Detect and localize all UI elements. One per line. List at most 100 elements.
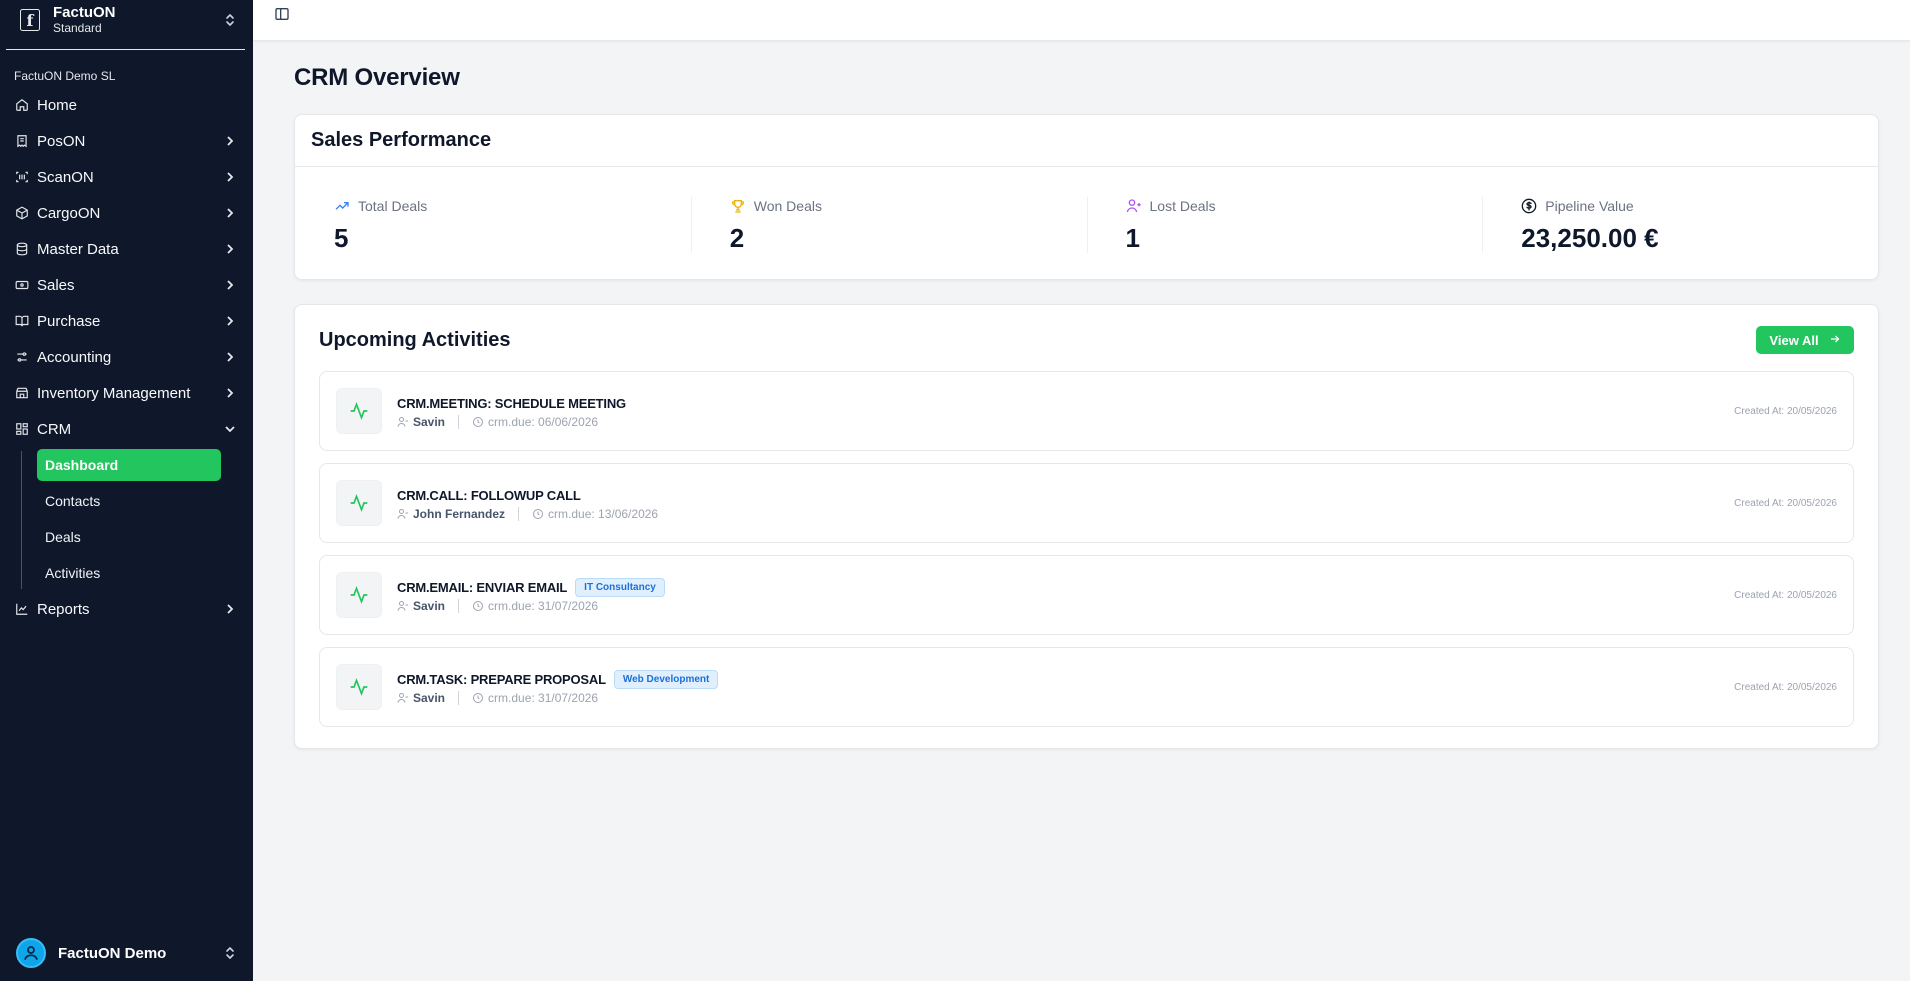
sidebar-item-label: Sales	[37, 276, 75, 294]
activity-title: CRM.EMAIL: ENVIAR EMAIL	[397, 580, 568, 595]
chevrons-up-down-icon	[221, 944, 239, 962]
activity-item[interactable]: CRM.CALL: FOLLOWUP CALL John Fernandez c…	[319, 463, 1854, 543]
divider	[518, 506, 520, 521]
sidebar-item-poson[interactable]: PosON	[0, 123, 253, 159]
workspace-switcher[interactable]: f FactuON Standard	[0, 0, 253, 40]
trending-up-icon	[334, 198, 350, 214]
sliders-icon	[15, 350, 29, 364]
stat-won-deals: Won Deals 2	[690, 197, 1087, 253]
factuon-logo-icon: f	[20, 8, 40, 32]
divider	[6, 49, 245, 50]
activity-assignee: Savin	[413, 690, 446, 705]
svg-text:f: f	[27, 11, 35, 30]
chevron-right-icon	[223, 386, 237, 400]
arrow-right-icon	[1829, 333, 1841, 348]
stat-pipeline-value: Pipeline Value 23,250.00 €	[1482, 197, 1878, 253]
activity-created: Created At: 20/05/2026	[1734, 589, 1837, 601]
brand-plan: Standard	[53, 20, 102, 35]
divider	[458, 414, 460, 429]
sidebar-item-label: CargoON	[37, 204, 101, 222]
user-menu[interactable]: FactuON Demo	[0, 925, 253, 981]
activity-item[interactable]: CRM.EMAIL: ENVIAR EMAIL IT Consultancy S…	[319, 555, 1854, 635]
sidebar-subitem-deals[interactable]: Deals	[37, 519, 221, 555]
sidebar-item-label: CRM	[37, 420, 72, 438]
activity-created: Created At: 20/05/2026	[1734, 497, 1837, 509]
activity-due: crm.due: 06/06/2026	[488, 414, 599, 429]
clock-icon	[472, 692, 484, 704]
sidebar-item-cargoon[interactable]: CargoON	[0, 195, 253, 231]
chevron-right-icon	[223, 278, 237, 292]
sidebar-item-label: Home	[37, 96, 78, 114]
stat-label: Total Deals	[358, 198, 428, 214]
sidebar-item-master-data[interactable]: Master Data	[0, 231, 253, 267]
receipt-icon	[15, 134, 29, 148]
activity-assignee: John Fernandez	[413, 506, 506, 521]
chevron-right-icon	[223, 350, 237, 364]
divider	[458, 598, 460, 613]
chevron-right-icon	[223, 602, 237, 616]
activity-item[interactable]: CRM.MEETING: SCHEDULE MEETING Savin crm.…	[319, 371, 1854, 451]
main-content: CRM Overview Sales Performance Total Dea…	[294, 41, 1879, 749]
activity-tag: IT Consultancy	[575, 578, 665, 597]
stat-value: 23,250.00 €	[1521, 223, 1659, 253]
activity-title: CRM.CALL: FOLLOWUP CALL	[397, 488, 581, 503]
sidebar: f FactuON Standard FactuON Demo SL Home …	[0, 0, 253, 981]
sidebar-item-home[interactable]: Home	[0, 87, 253, 123]
activity-created: Created At: 20/05/2026	[1734, 405, 1837, 417]
activity-due: crm.due: 31/07/2026	[488, 598, 599, 613]
sidebar-item-scanon[interactable]: ScanON	[0, 159, 253, 195]
sidebar-item-label: ScanON	[37, 168, 94, 186]
sidebar-subitem-activities[interactable]: Activities	[37, 555, 221, 591]
brand-name: FactuON	[53, 4, 116, 22]
user-minus-icon	[1126, 198, 1142, 214]
view-all-button[interactable]: View All	[1756, 326, 1854, 354]
sidebar-subitem-contacts[interactable]: Contacts	[37, 483, 221, 519]
stat-total-deals: Total Deals 5	[295, 197, 691, 253]
activity-item[interactable]: CRM.TASK: PREPARE PROPOSAL Web Developme…	[319, 647, 1854, 727]
stat-label: Lost Deals	[1149, 198, 1216, 214]
activity-tag: Web Development	[613, 670, 719, 689]
chevrons-up-down-icon	[221, 11, 239, 29]
activity-icon	[336, 664, 382, 710]
chevron-right-icon	[223, 134, 237, 148]
stat-value: 5	[334, 223, 349, 253]
divider	[458, 690, 460, 705]
dollar-circle-icon	[1521, 198, 1537, 214]
card-title: Upcoming Activities	[319, 328, 511, 351]
sidebar-item-label: Purchase	[37, 312, 101, 330]
book-icon	[15, 314, 29, 328]
stat-label: Pipeline Value	[1545, 198, 1634, 214]
clock-icon	[532, 508, 544, 520]
sidebar-item-crm[interactable]: CRM	[0, 411, 253, 447]
sidebar-item-label: Master Data	[37, 240, 119, 258]
crm-subnav: Dashboard Contacts Deals Activities	[21, 449, 253, 591]
sidebar-item-inventory-management[interactable]: Inventory Management	[0, 375, 253, 411]
activity-assignee: Savin	[413, 414, 446, 429]
sidebar-item-sales[interactable]: Sales	[0, 267, 253, 303]
sidebar-item-accounting[interactable]: Accounting	[0, 339, 253, 375]
clock-icon	[472, 600, 484, 612]
activity-due: crm.due: 31/07/2026	[488, 690, 599, 705]
avatar	[16, 938, 46, 968]
sidebar-item-purchase[interactable]: Purchase	[0, 303, 253, 339]
activity-icon	[336, 480, 382, 526]
user-icon	[397, 600, 409, 612]
sidebar-item-label: Reports	[37, 600, 90, 618]
box-icon	[15, 206, 29, 220]
company-name: FactuON Demo SL	[14, 69, 116, 83]
sidebar-item-label: Inventory Management	[37, 384, 191, 402]
card-title: Sales Performance	[311, 129, 492, 151]
sales-performance-card: Sales Performance Total Deals 5 Won Deal…	[294, 114, 1879, 280]
chart-icon	[15, 602, 29, 616]
activity-title: CRM.TASK: PREPARE PROPOSAL	[397, 672, 606, 687]
store-icon	[15, 386, 29, 400]
sidebar-toggle-icon[interactable]	[274, 6, 290, 22]
banknote-icon	[15, 278, 29, 292]
sidebar-subitem-dashboard[interactable]: Dashboard	[37, 449, 221, 481]
sidebar-item-reports[interactable]: Reports	[0, 591, 253, 627]
chevron-right-icon	[223, 206, 237, 220]
user-icon	[397, 416, 409, 428]
activity-icon	[336, 572, 382, 618]
page-title: CRM Overview	[294, 64, 460, 91]
stat-value: 2	[729, 223, 745, 253]
